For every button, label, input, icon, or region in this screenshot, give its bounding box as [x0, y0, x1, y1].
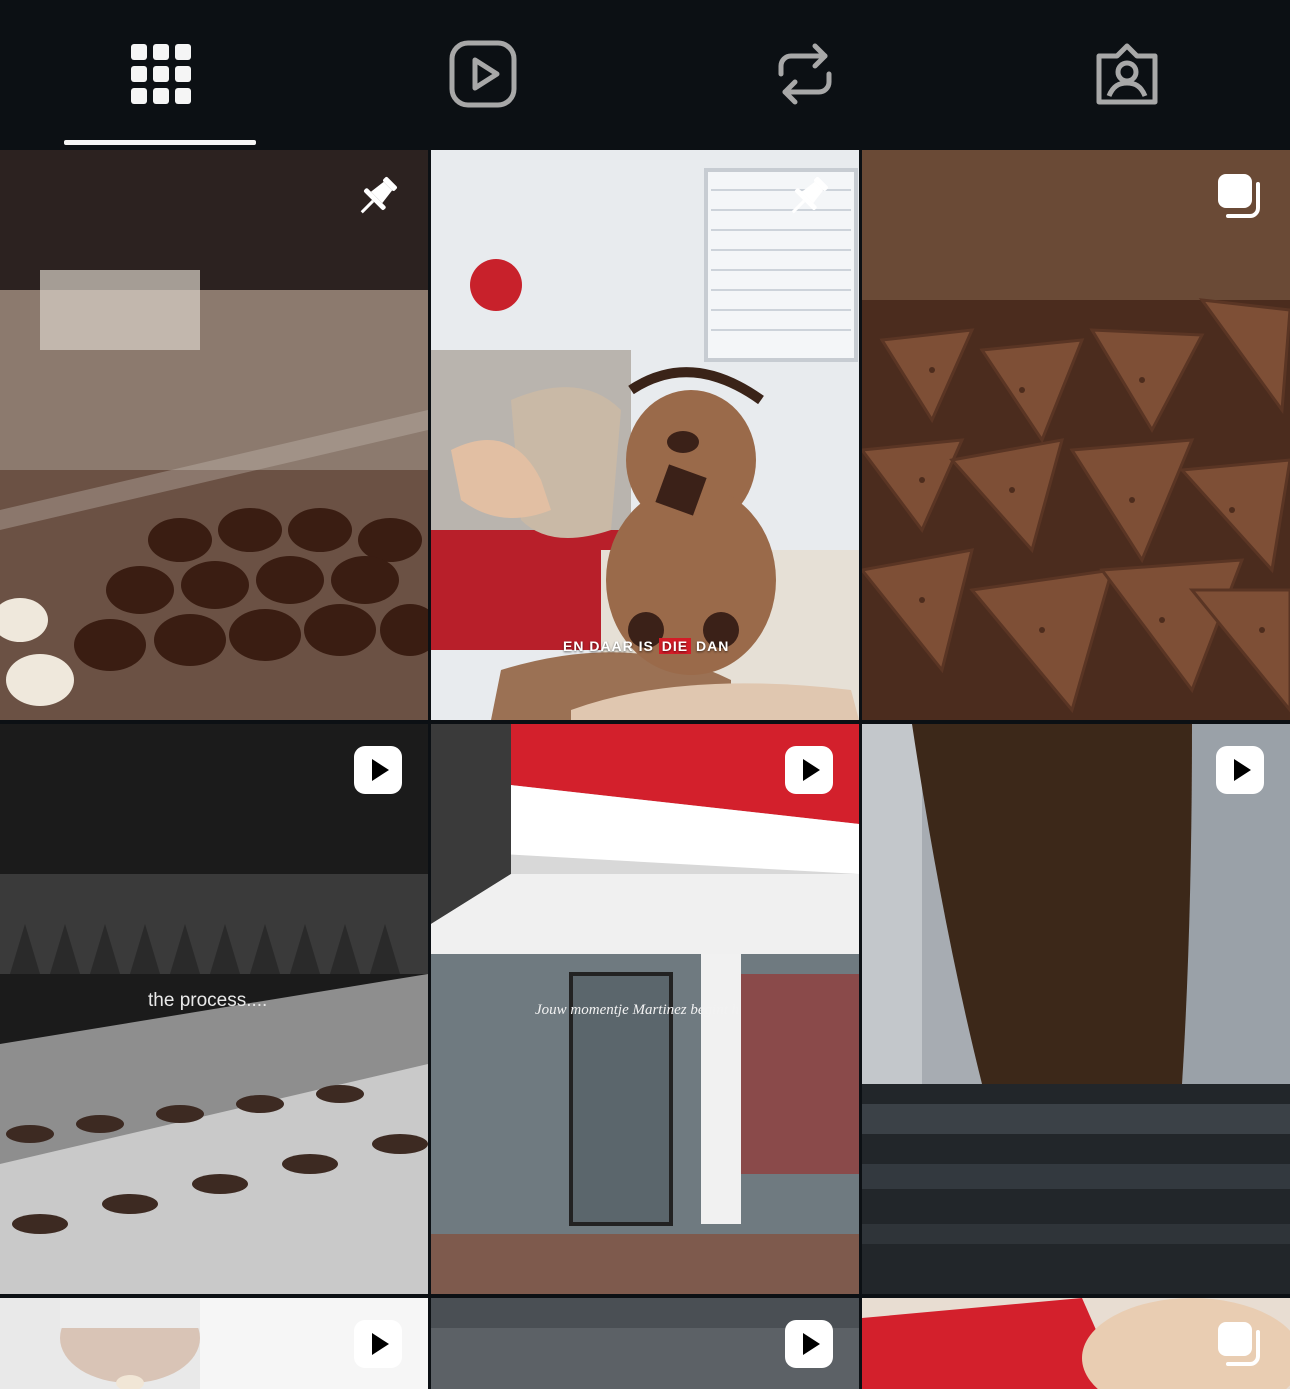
post-thumbnail[interactable]: Jouw momentje Martinez begint h — [431, 724, 859, 1294]
post-thumbnail[interactable] — [0, 150, 428, 720]
grid-icon — [131, 44, 191, 104]
post-thumbnail[interactable]: EN DAAR IS DIE DAN — [431, 150, 859, 720]
posts-grid: EN DAAR IS DIE DAN the process.... Jouw … — [0, 150, 1290, 1389]
post-thumbnail[interactable] — [862, 150, 1290, 720]
reels-play-icon — [449, 40, 517, 108]
pralines-display-image — [0, 150, 428, 720]
tab-reposts[interactable] — [644, 0, 966, 148]
post-thumbnail[interactable]: the process.... — [0, 724, 428, 1294]
reel-icon — [783, 744, 835, 796]
chocolate-triangles-image — [862, 150, 1290, 720]
reel-icon — [352, 744, 404, 796]
chocolate-bear-image — [431, 150, 859, 720]
reel-icon — [352, 1318, 404, 1370]
reel-icon — [783, 1318, 835, 1370]
repost-icon — [778, 43, 832, 105]
tab-reels[interactable] — [322, 0, 644, 148]
post-caption: the process.... — [148, 990, 268, 1011]
reel-icon — [1214, 744, 1266, 796]
post-thumbnail[interactable] — [0, 1298, 428, 1389]
carousel-icon — [1214, 1318, 1266, 1370]
pin-icon — [352, 170, 404, 222]
tagged-user-icon — [1096, 43, 1158, 105]
post-thumbnail[interactable] — [862, 724, 1290, 1294]
profile-tab-bar — [0, 0, 1290, 148]
selected-tab-indicator — [64, 140, 256, 145]
post-thumbnail[interactable] — [431, 1298, 859, 1389]
carousel-icon — [1214, 170, 1266, 222]
post-caption: EN DAAR IS DIE DAN — [563, 638, 730, 654]
post-caption: Jouw momentje Martinez begint h — [535, 1002, 740, 1018]
tab-tagged[interactable] — [966, 0, 1288, 148]
pin-icon — [783, 170, 835, 222]
pouring-machine-image — [862, 724, 1290, 1294]
tab-posts[interactable] — [0, 0, 322, 148]
post-thumbnail[interactable] — [862, 1298, 1290, 1389]
